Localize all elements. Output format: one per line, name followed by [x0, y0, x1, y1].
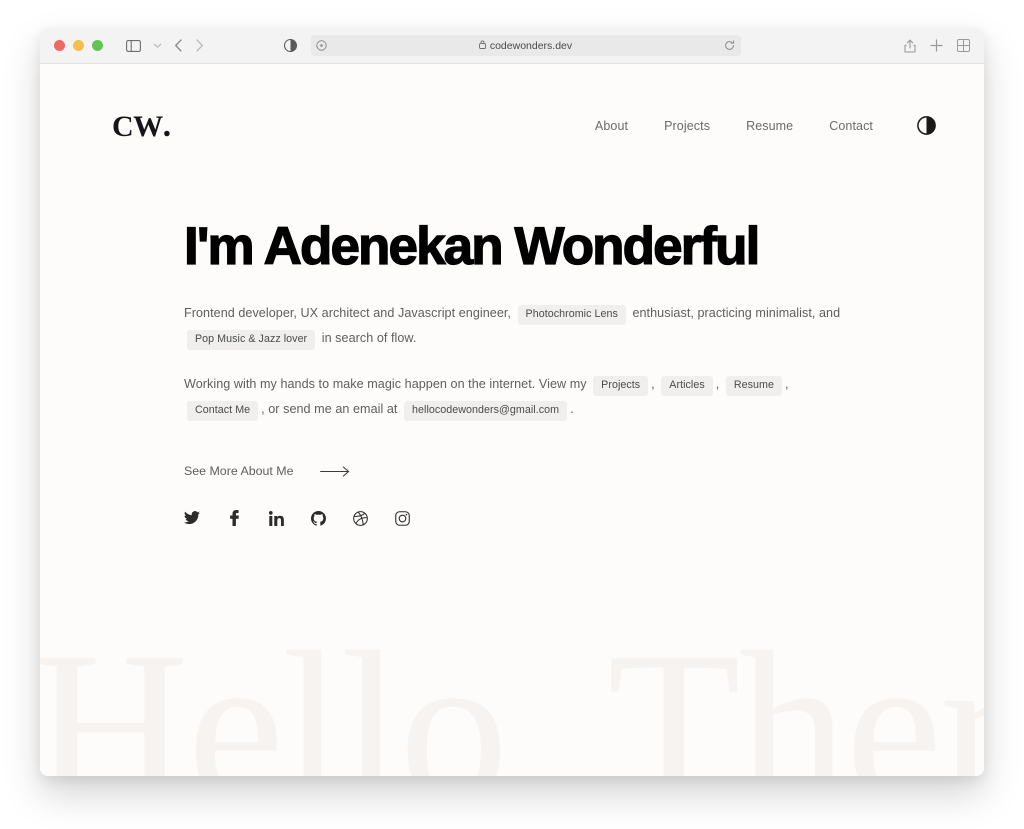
hero-p2-text-2: , or send me [261, 402, 332, 417]
hero-paragraph-1: Frontend developer, UX architect and Jav… [184, 301, 844, 351]
reader-view-icon[interactable] [283, 39, 297, 52]
hero-p2-comma-1: , [651, 377, 655, 392]
page-settings-icon[interactable] [315, 40, 327, 51]
chevron-down-icon[interactable] [153, 42, 162, 49]
chip-projects[interactable]: Projects [593, 376, 649, 396]
logo-text: CW [112, 109, 163, 143]
hero-p2-period: . [570, 402, 574, 417]
back-arrow-icon[interactable] [174, 39, 183, 52]
chip-photochromic-lens[interactable]: Photochromic Lens [517, 304, 626, 325]
facebook-icon[interactable] [226, 510, 242, 527]
nav-item-about[interactable]: About [595, 119, 628, 133]
nav-item-projects[interactable]: Projects [664, 119, 710, 133]
tab-overview-icon[interactable] [957, 39, 970, 52]
hero-paragraph-2: Working with my hands to make magic happ… [184, 372, 844, 422]
minimize-window-button[interactable] [73, 40, 84, 51]
window-controls [54, 40, 103, 51]
hero-section: I'm Adenekan Wonderful Frontend develope… [40, 157, 984, 527]
url-label: codewonders.dev [489, 39, 573, 52]
social-links [184, 510, 912, 527]
browser-toolbar: codewonders.dev [40, 28, 984, 64]
webpage-viewport: Hello, There CW. About Projects Resume C… [40, 64, 984, 776]
see-more-about-me-link[interactable]: See More About Me [184, 464, 350, 478]
address-bar[interactable]: codewonders.dev [310, 35, 741, 56]
cta-label: See More About Me [184, 464, 294, 479]
twitter-icon[interactable] [184, 510, 200, 526]
nav-item-resume[interactable]: Resume [746, 119, 793, 133]
dark-mode-toggle-icon[interactable] [917, 116, 936, 135]
chip-contact-me[interactable]: Contact Me [187, 401, 259, 422]
close-window-button[interactable] [54, 40, 65, 51]
site-logo[interactable]: CW. [112, 106, 172, 144]
toolbar-right-controls [904, 39, 970, 53]
github-icon[interactable] [310, 510, 326, 526]
share-icon[interactable] [904, 39, 916, 53]
linkedin-icon[interactable] [268, 510, 284, 526]
instagram-icon[interactable] [394, 510, 410, 526]
chip-resume[interactable]: Resume [725, 376, 782, 396]
dribbble-icon[interactable] [352, 510, 368, 526]
main-navigation: About Projects Resume Contact [595, 116, 936, 135]
right-arrow-icon [319, 466, 350, 477]
lock-icon [478, 40, 486, 52]
background-watermark-text: Hello, There [40, 608, 984, 777]
navigation-controls [126, 39, 204, 52]
hero-p1-text-3: in search of flow. [321, 330, 417, 345]
chip-articles[interactable]: Articles [661, 376, 713, 396]
forward-arrow-icon[interactable] [195, 39, 204, 52]
hero-p1-text-1: Frontend developer, UX architect and Jav… [184, 305, 511, 320]
hero-p2-text-3: an email at [335, 402, 398, 417]
url-text-group: codewonders.dev [478, 39, 573, 52]
plus-icon[interactable] [930, 39, 943, 52]
chip-email-address[interactable]: hellocodewonders@gmail.com [404, 401, 568, 422]
chip-pop-music-jazz-lover[interactable]: Pop Music & Jazz lover [187, 329, 316, 350]
logo-dot: . [162, 106, 172, 144]
maximize-window-button[interactable] [92, 40, 103, 51]
hero-p1-text-2: enthusiast, practicing minimalist, and [632, 305, 841, 320]
page-title: I'm Adenekan Wonderful [183, 217, 761, 276]
sidebar-icon[interactable] [126, 39, 141, 52]
reload-icon[interactable] [724, 40, 735, 51]
browser-window: codewonders.dev Hello, Ther CW. About Pr… [40, 28, 984, 776]
hero-p2-comma-2: , [715, 377, 720, 392]
hero-p2-comma-3: , [784, 377, 789, 392]
site-header: CW. About Projects Resume Contact [40, 94, 984, 157]
hero-p2-text-1: Working with my hands to make magic happ… [184, 377, 587, 392]
nav-item-contact[interactable]: Contact [829, 119, 873, 133]
